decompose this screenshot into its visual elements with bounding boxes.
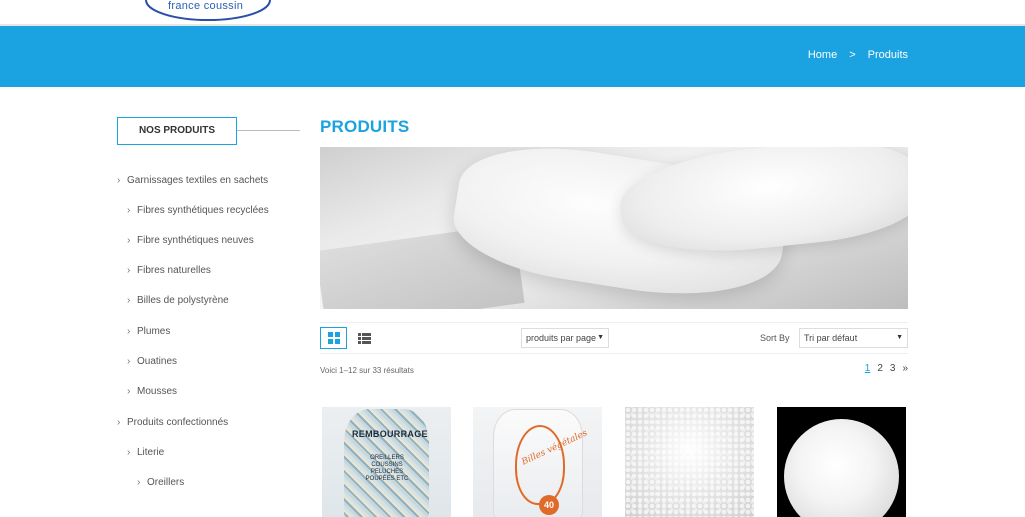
page-link-2[interactable]: 2 [877, 363, 883, 374]
top-header: france coussin [0, 0, 1025, 26]
category-item-fibres-recyclees[interactable]: › Fibres synthétiques recyclées [127, 205, 269, 216]
sidebar-title-divider [237, 130, 300, 131]
category-item-fibres-neuves[interactable]: › Fibre synthétiques neuves [127, 235, 254, 246]
chevron-right-icon: › [117, 175, 121, 186]
category-label: Billes de polystyrène [137, 295, 229, 306]
category-item-plumes[interactable]: › Plumes [127, 326, 170, 337]
sort-select[interactable]: Tri par défaut ▼ [799, 328, 908, 348]
product-image [784, 419, 899, 517]
chevron-right-icon: › [127, 386, 131, 397]
page-link-3[interactable]: 3 [890, 363, 896, 374]
chevron-right-icon: › [127, 326, 131, 337]
category-label: Fibres synthétiques recyclées [137, 205, 269, 216]
category-hero-image [320, 147, 908, 309]
product-card-billes-vegetales[interactable]: Billes végétales 40 [473, 407, 602, 517]
category-label: Garnissages textiles en sachets [127, 175, 269, 186]
result-count: Voici 1–12 sur 33 résultats [320, 366, 414, 375]
category-item-oreillers[interactable]: › Oreillers [137, 477, 184, 488]
chevron-right-icon: › [117, 417, 121, 428]
category-label: Ouatines [137, 356, 178, 367]
category-label: Fibre synthétiques neuves [137, 235, 254, 246]
category-item-ouatines[interactable]: › Ouatines [127, 356, 177, 367]
breadcrumb-separator: > [849, 49, 856, 61]
shop-toolbar: produits par page ▼ Sort By Tri par défa… [320, 322, 908, 354]
product-package-sub: OREILLERS COUSSINS PELUCHES POUPÉES ETC [365, 455, 409, 482]
page-title: PRODUITS [320, 117, 410, 136]
chevron-right-icon: › [127, 265, 131, 276]
next-page-link[interactable]: » [902, 363, 908, 374]
product-card-boule[interactable] [777, 407, 906, 517]
category-label: Oreillers [147, 477, 185, 488]
product-image [625, 407, 754, 517]
list-view-button[interactable] [351, 327, 378, 349]
sort-value: Tri par défaut [804, 333, 858, 343]
category-label: Fibres naturelles [137, 265, 211, 276]
category-item-garnissages[interactable]: › Garnissages textiles en sachets [117, 175, 268, 186]
logo-text[interactable]: france coussin [168, 0, 243, 12]
product-card-rembourrage[interactable]: REMBOURRAGE OREILLERS COUSSINS PELUCHES … [322, 407, 451, 517]
grid-view-button[interactable] [320, 327, 347, 349]
product-card-billes-polystyrene[interactable] [625, 407, 754, 517]
category-item-mousses[interactable]: › Mousses [127, 386, 177, 397]
category-label: Literie [137, 447, 165, 458]
chevron-right-icon: › [127, 295, 131, 306]
per-page-select[interactable]: produits par page ▼ [521, 328, 609, 348]
caret-down-icon: ▼ [597, 334, 604, 341]
caret-down-icon: ▼ [896, 334, 903, 341]
category-label: Mousses [137, 386, 178, 397]
category-item-fibres-naturelles[interactable]: › Fibres naturelles [127, 265, 211, 276]
grid-view-icon [327, 332, 340, 344]
chevron-right-icon: › [137, 477, 141, 488]
list-view-icon [358, 332, 371, 344]
category-item-billes[interactable]: › Billes de polystyrène [127, 295, 229, 306]
chevron-right-icon: › [127, 356, 131, 367]
page-link-1[interactable]: 1 [865, 363, 871, 374]
breadcrumb-home-link[interactable]: Home [808, 49, 837, 61]
per-page-value: produits par page [526, 333, 597, 343]
product-grid: REMBOURRAGE OREILLERS COUSSINS PELUCHES … [320, 407, 908, 517]
product-package-label: REMBOURRAGE [352, 429, 428, 439]
category-item-literie[interactable]: › Literie [127, 447, 164, 458]
category-item-produits-confectionnes[interactable]: › Produits confectionnés [117, 417, 228, 428]
chevron-right-icon: › [127, 447, 131, 458]
product-package-sub: 40 [539, 495, 559, 515]
breadcrumb: Home > Produits [808, 49, 908, 61]
chevron-right-icon: › [127, 235, 131, 246]
sort-label: Sort By [760, 333, 790, 343]
sidebar-title: NOS PRODUITS [117, 117, 237, 145]
chevron-right-icon: › [127, 205, 131, 216]
pagination: 1 2 3 » [865, 363, 908, 374]
category-label: Plumes [137, 326, 171, 337]
page-banner: Home > Produits [0, 26, 1025, 87]
breadcrumb-current: Produits [867, 49, 908, 61]
category-label: Produits confectionnés [127, 417, 229, 428]
